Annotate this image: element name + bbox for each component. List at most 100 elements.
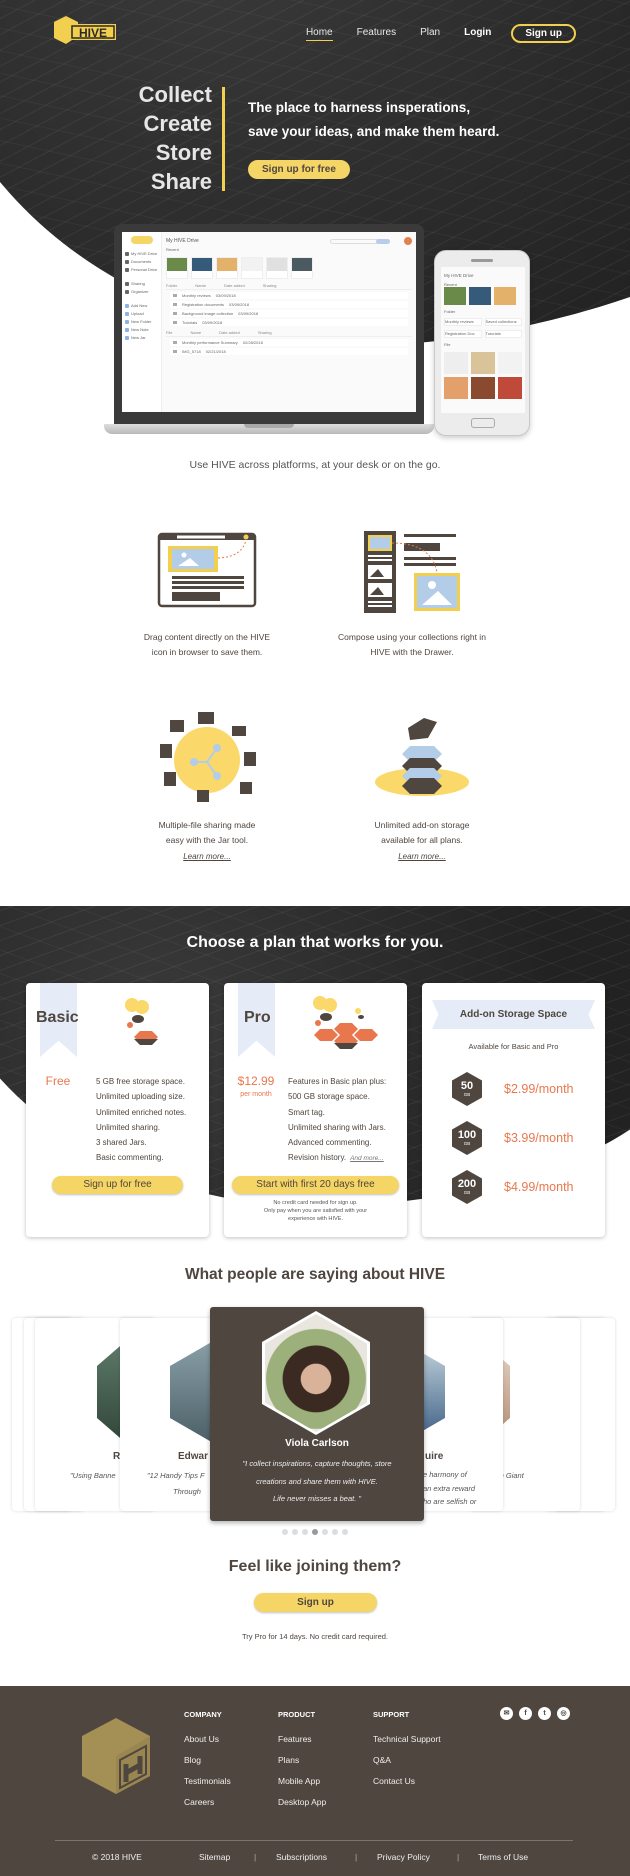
footer-link-about[interactable]: About Us bbox=[184, 1729, 231, 1750]
feature-storage-learn-more-link[interactable]: Learn more... bbox=[398, 849, 446, 864]
nav-home[interactable]: Home bbox=[305, 27, 333, 41]
footer-link-desktop-app[interactable]: Desktop App bbox=[278, 1792, 326, 1813]
addon-tier[interactable]: 50 GB $2.99/month bbox=[452, 1071, 602, 1107]
testimonial-name: uire bbox=[425, 1451, 444, 1462]
feature-drawer-line-2: HIVE with the Drawer. bbox=[370, 647, 454, 657]
footer-heading: SUPPORT bbox=[373, 1710, 410, 1719]
nav-features[interactable]: Features bbox=[357, 27, 396, 40]
nav-plan[interactable]: Plan bbox=[420, 27, 440, 40]
footer-link-contact[interactable]: Contact Us bbox=[373, 1771, 441, 1792]
footer-link-blog[interactable]: Blog bbox=[184, 1750, 231, 1771]
footer-link-careers[interactable]: Careers bbox=[184, 1792, 231, 1813]
app-file-row: IMG_5718 02/21/2018 bbox=[170, 348, 408, 355]
addon-price: $3.99/month bbox=[504, 1131, 574, 1145]
plan-price: Free bbox=[45, 1074, 71, 1088]
bees-honeycomb-icon bbox=[313, 996, 378, 1049]
footer-link-technical-support[interactable]: Technical Support bbox=[373, 1729, 441, 1750]
testimonial-name: Edwar bbox=[178, 1451, 209, 1462]
phone-home-button bbox=[471, 418, 495, 428]
plan-feature: Revision history. And more... bbox=[288, 1153, 384, 1163]
mobile-file-grid bbox=[444, 352, 522, 399]
storage-hex-badge: 200 GB bbox=[452, 1170, 482, 1204]
carousel-dot[interactable] bbox=[292, 1529, 298, 1535]
mobile-file-label: File bbox=[444, 342, 451, 347]
footer-link-subscriptions[interactable]: Subscriptions bbox=[276, 1852, 327, 1862]
plan-feature: Unlimited enriched notes. bbox=[96, 1107, 187, 1117]
footer-link-mobile-app[interactable]: Mobile App bbox=[278, 1771, 326, 1792]
testimonial-name: Viola Carlson bbox=[285, 1438, 349, 1449]
testimonial-quote: "I collect inspirations, capture thought… bbox=[242, 1459, 392, 1503]
testimonial-card-active[interactable]: Viola Carlson "I collect inspirations, c… bbox=[210, 1307, 424, 1521]
nav-signup-button[interactable]: Sign up bbox=[511, 24, 576, 43]
footer-link-terms[interactable]: Terms of Use bbox=[478, 1852, 528, 1862]
nav-login[interactable]: Login bbox=[464, 27, 491, 40]
app-title: My HIVE Drive bbox=[166, 238, 199, 244]
feature-storage: Unlimited add-on storage available for a… bbox=[322, 710, 522, 864]
carousel-dot[interactable] bbox=[322, 1529, 328, 1535]
top-nav: HIVE Home Features Plan Login Sign up bbox=[0, 14, 630, 54]
instagram-icon[interactable]: ◎ bbox=[557, 1707, 570, 1720]
carousel-dot[interactable] bbox=[282, 1529, 288, 1535]
footer-column-product: PRODUCT Features Plans Mobile App Deskto… bbox=[278, 1710, 326, 1813]
bee-honeycomb-icon bbox=[125, 998, 158, 1045]
addon-subtitle: Available for Basic and Pro bbox=[468, 1042, 559, 1051]
carousel-dot[interactable] bbox=[342, 1529, 348, 1535]
plan-name: Basic bbox=[36, 1009, 79, 1026]
footer-column-company: COMPANY About Us Blog Testimonials Caree… bbox=[184, 1710, 231, 1813]
addon-tier[interactable]: 200 GB $4.99/month bbox=[452, 1169, 602, 1205]
testimonial-quote: "12 Handy Tips F Through bbox=[147, 1471, 205, 1496]
browser-drag-icon bbox=[157, 532, 257, 608]
footer-link-plans[interactable]: Plans bbox=[278, 1750, 326, 1771]
jar-sharing-icon bbox=[160, 712, 256, 802]
twitter-icon[interactable]: t bbox=[538, 1707, 551, 1720]
carousel-dot[interactable] bbox=[302, 1529, 308, 1535]
app-file-row: Monthly performance Summary 02/28/2018 bbox=[170, 339, 408, 346]
features-section: Drag content directly on the HIVE icon i… bbox=[0, 470, 630, 890]
footer-link-privacy[interactable]: Privacy Policy bbox=[377, 1852, 430, 1862]
and-more-link[interactable]: And more... bbox=[350, 1155, 384, 1162]
plan-card-pro: Pro $12.99 per month Features in Basic p… bbox=[224, 983, 407, 1237]
pro-trial-button[interactable]: Start with first 20 days free bbox=[232, 1176, 399, 1194]
footer-link-testimonials[interactable]: Testimonials bbox=[184, 1771, 231, 1792]
facebook-icon[interactable]: f bbox=[519, 1707, 532, 1720]
hero-words: Collect Create Store Share bbox=[100, 80, 212, 196]
app-side-item: Organizer bbox=[125, 288, 158, 296]
addon-title: Add-on Storage Space bbox=[432, 1000, 595, 1029]
join-signup-button[interactable]: Sign up bbox=[254, 1593, 377, 1612]
app-file-header: File Name Date added Sharing bbox=[166, 330, 412, 337]
app-sidebar: My HIVE Drive Documents Personal Drive S… bbox=[122, 232, 162, 412]
mail-icon[interactable]: ✉ bbox=[500, 1707, 513, 1720]
laptop-notch bbox=[244, 424, 294, 428]
desktop-app-preview: My HIVE Drive Documents Personal Drive S… bbox=[122, 232, 416, 412]
app-folder-row: Background image collection 03/09/2018 bbox=[170, 310, 408, 317]
app-search-button bbox=[376, 238, 390, 244]
basic-signup-button[interactable]: Sign up for free bbox=[52, 1176, 183, 1194]
hero-signup-button[interactable]: Sign up for free bbox=[248, 160, 350, 179]
footer-link-features[interactable]: Features bbox=[278, 1729, 326, 1750]
addon-tier[interactable]: 100 GB $3.99/month bbox=[452, 1120, 602, 1156]
addon-price: $4.99/month bbox=[504, 1180, 574, 1194]
app-side-item: Personal Drive bbox=[125, 266, 158, 274]
phone-speaker bbox=[471, 259, 493, 262]
feature-jar-learn-more-link[interactable]: Learn more... bbox=[183, 849, 231, 864]
app-recent-label: Recent bbox=[166, 247, 179, 252]
feature-drawer: Compose using your collections right in … bbox=[312, 522, 512, 660]
join-note: Try Pro for 14 days. No credit card requ… bbox=[241, 1632, 389, 1641]
plan-feature: Unlimited sharing. bbox=[96, 1122, 161, 1132]
plan-feature: Basic commenting. bbox=[96, 1153, 164, 1163]
feature-jar-line-1: Multiple-file sharing made bbox=[158, 820, 256, 830]
carousel-dot[interactable] bbox=[332, 1529, 338, 1535]
hive-logo[interactable]: HIVE bbox=[52, 14, 118, 50]
footer-link-sitemap[interactable]: Sitemap bbox=[199, 1852, 230, 1862]
footer-hive-logo[interactable] bbox=[80, 1716, 152, 1796]
mobile-folder: Saved collections bbox=[484, 318, 522, 326]
app-side-item: Sharing bbox=[125, 280, 158, 288]
footer-link-qa[interactable]: Q&A bbox=[373, 1750, 441, 1771]
mobile-folder: Registration Doc bbox=[444, 330, 482, 338]
hero-section: HIVE Home Features Plan Login Sign up Co… bbox=[0, 0, 630, 471]
plans-section: Choose a plan that works for you. Basic … bbox=[0, 906, 630, 1256]
phone-mockup: My HIVE Drive Recent Folder Monthly revi… bbox=[434, 250, 530, 436]
carousel-dot[interactable] bbox=[312, 1529, 318, 1535]
footer-heading: COMPANY bbox=[184, 1710, 222, 1719]
testimonial-quote: e harmony of an extra reward ho are self… bbox=[423, 1470, 477, 1511]
